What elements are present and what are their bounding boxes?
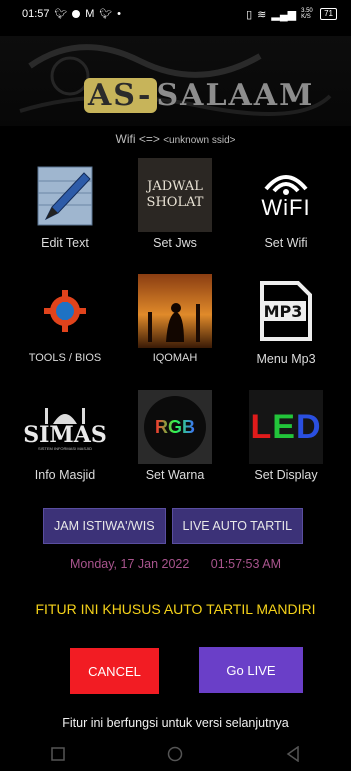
twitter-icon-2: 🐦︎ xyxy=(99,8,113,20)
rgb-icon: RGB xyxy=(138,390,212,464)
rgb-icon-text: RGB xyxy=(155,416,195,437)
wifi-prefix: Wifi <=> xyxy=(115,132,160,146)
jadwal-text: JADWAL xyxy=(147,179,203,194)
more-dot-icon: • xyxy=(117,8,121,20)
current-datetime: Monday, 17 Jan 2022 01:57:53 AM xyxy=(0,557,351,571)
menu-set-display[interactable]: LED Set Display xyxy=(231,390,341,482)
simas-logo-icon: SIMAS SISTEM INFORMASI MASJID xyxy=(23,390,107,464)
led-icon-text: LED xyxy=(250,407,322,446)
mode-buttons: JAM ISTIWA'/WIS LIVE AUTO TARTIL xyxy=(43,508,304,544)
led-display-icon: LED xyxy=(249,390,323,464)
sholat-text: SHOLAT xyxy=(146,195,204,210)
menu-mp3[interactable]: MP3 Menu Mp3 xyxy=(231,274,341,366)
menu-label: Set Display xyxy=(254,468,318,482)
twitter-icon: 🐦︎ xyxy=(54,8,68,20)
home-icon[interactable] xyxy=(167,746,183,767)
jam-istiwa-button[interactable]: JAM ISTIWA'/WIS xyxy=(43,508,166,544)
menu-label: Info Masjid xyxy=(34,468,96,482)
gear-wrench-icon xyxy=(28,274,102,348)
status-right: ▯ ≋ ▂▄▆ 3.50 K/S 71 xyxy=(246,8,337,21)
current-time: 01:57:53 AM xyxy=(210,557,281,571)
cancel-button[interactable]: CANCEL xyxy=(70,648,159,694)
back-icon[interactable] xyxy=(286,745,300,767)
menu-info-masjid[interactable]: SIMAS SISTEM INFORMASI MASJID Info Masji… xyxy=(10,390,120,482)
menu-label: Set Jws xyxy=(153,236,197,250)
app-banner: AS- SALAAM xyxy=(0,36,351,126)
menu-label: Menu Mp3 xyxy=(256,352,316,366)
menu-label: IQOMAH xyxy=(152,352,198,364)
go-live-button[interactable]: Go LIVE xyxy=(199,647,303,693)
cell-signal-icon: ▂▄▆ xyxy=(271,8,297,21)
menu-iqomah[interactable]: IQOMAH xyxy=(120,274,230,364)
recent-apps-icon[interactable] xyxy=(51,747,65,766)
wifi-icon: WiFI xyxy=(249,158,323,232)
simas-icon-subtext: SISTEM INFORMASI MASJID xyxy=(37,445,92,451)
gmail-icon: M xyxy=(85,8,95,20)
brand-name: SALAAM xyxy=(156,78,315,113)
wifi-status: Wifi <=> <unknown ssid> xyxy=(0,132,351,146)
notification-dot-icon xyxy=(72,10,81,18)
menu-label: Set Warna xyxy=(145,468,205,482)
menu-tools-bios[interactable]: TOOLS / BIOS xyxy=(10,274,120,364)
menu-set-wifi[interactable]: WiFI Set Wifi xyxy=(231,158,341,250)
status-bar: 01:57 🐦︎ M 🐦︎ • ▯ ≋ ▂▄▆ 3.50 K/S 71 xyxy=(0,0,351,28)
jadwal-sholat-icon: JADWAL SHOLAT xyxy=(138,158,212,232)
feature-notice-title: FITUR INI KHUSUS AUTO TARTIL MANDIRI xyxy=(35,601,316,617)
brand-prefix: AS- xyxy=(84,78,157,113)
prayer-silhouette-icon xyxy=(138,274,212,348)
simas-icon-text: SIMAS xyxy=(23,421,107,448)
menu-label: TOOLS / BIOS xyxy=(28,352,102,364)
mp3-icon-text: MP3 xyxy=(264,302,303,321)
feature-footer-note: Fitur ini berfungsi untuk versi selanjut… xyxy=(62,716,289,730)
menu-edit-text[interactable]: Edit Text xyxy=(10,158,120,250)
vibrate-icon: ▯ xyxy=(246,8,253,21)
wifi-ssid: <unknown ssid> xyxy=(163,135,236,146)
system-navbar xyxy=(0,742,351,771)
battery-icon: 71 xyxy=(320,8,337,20)
wifi-signal-icon: ≋ xyxy=(257,8,267,21)
status-left: 01:57 🐦︎ M 🐦︎ • xyxy=(22,8,121,20)
live-auto-tartil-button[interactable]: LIVE AUTO TARTIL xyxy=(171,508,304,544)
current-date: Monday, 17 Jan 2022 xyxy=(70,557,190,571)
menu-label: Edit Text xyxy=(41,236,89,250)
pencil-notebook-icon xyxy=(28,158,102,232)
wifi-icon-text: WiFI xyxy=(261,195,311,220)
net-speed: 3.50 K/S xyxy=(301,8,313,20)
menu-set-warna[interactable]: RGB Set Warna xyxy=(120,390,230,482)
status-time: 01:57 xyxy=(22,8,50,20)
menu-set-jws[interactable]: JADWAL SHOLAT Set Jws xyxy=(120,158,230,250)
mp3-file-icon: MP3 xyxy=(249,274,323,348)
menu-label: Set Wifi xyxy=(264,236,308,250)
brand-logo: AS- SALAAM xyxy=(84,78,314,113)
